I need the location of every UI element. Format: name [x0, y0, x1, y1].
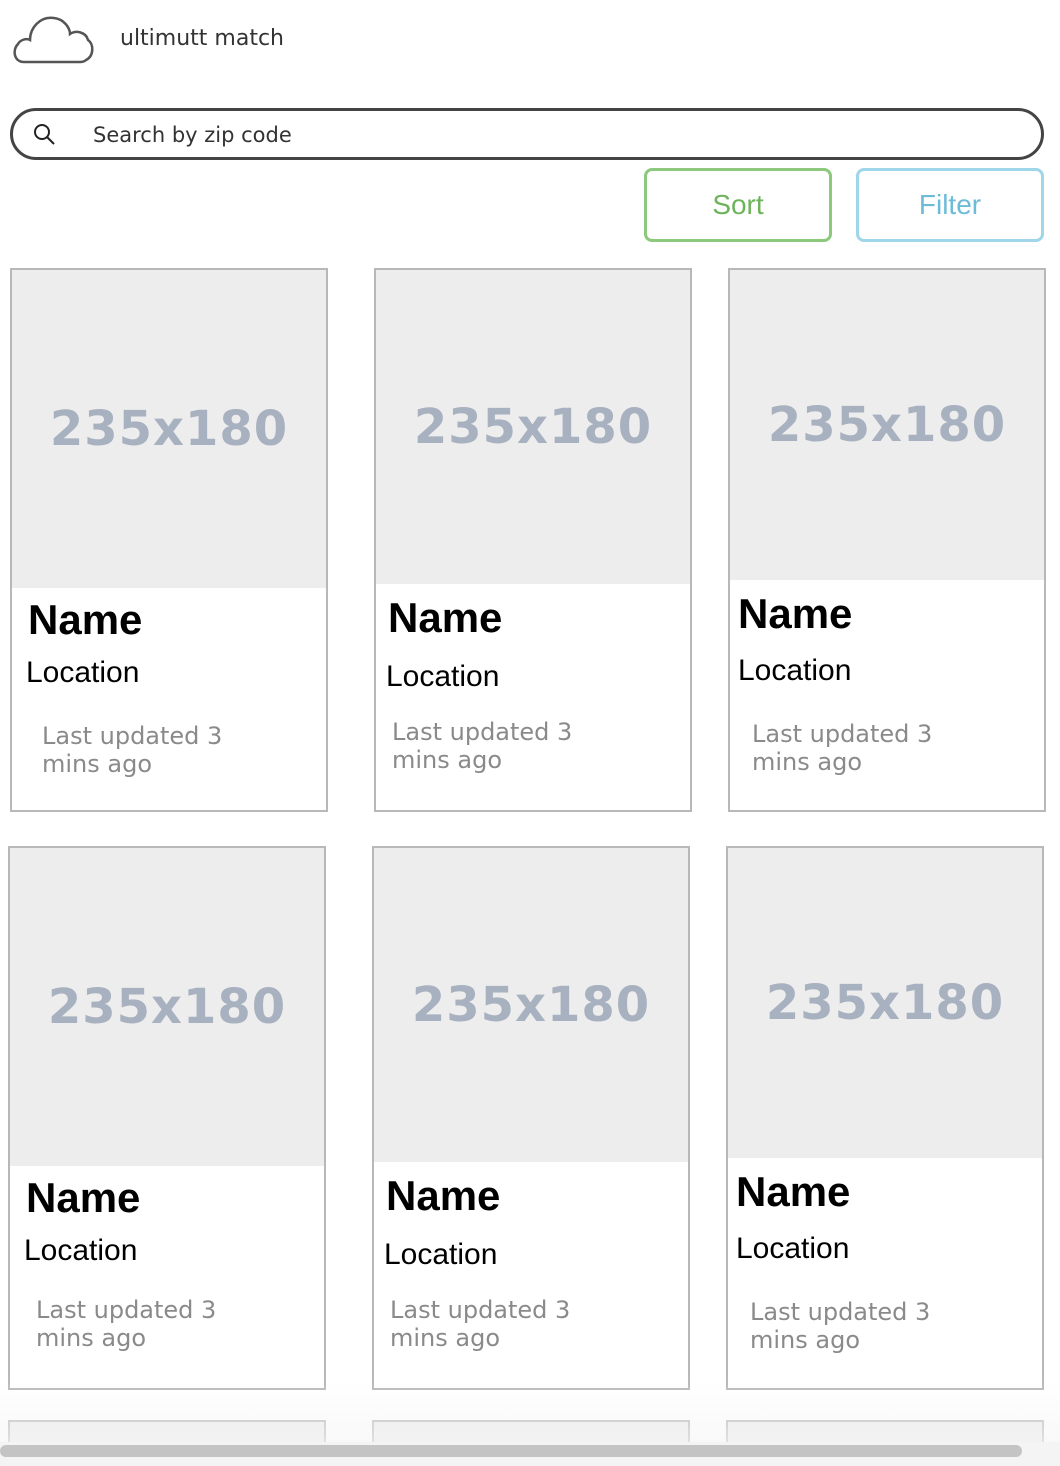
card-updated: Last updated 3 mins ago — [42, 722, 272, 778]
search-bar[interactable] — [10, 108, 1044, 160]
card-image-placeholder: 235x180 — [730, 270, 1044, 580]
card-updated-line: mins ago — [390, 1324, 501, 1352]
card-name: Name — [388, 594, 503, 641]
search-input[interactable] — [93, 119, 993, 151]
card-updated: Last updated 3 mins ago — [36, 1296, 266, 1352]
card-updated-line: Last updated 3 — [392, 718, 573, 746]
card-updated-line: mins ago — [42, 750, 153, 778]
listing-card[interactable]: 235x180 Name Location Last updated 3 min… — [374, 268, 692, 812]
card-updated-line: Last updated 3 — [750, 1298, 931, 1326]
card-name: Name — [26, 1174, 141, 1221]
card-updated-line: mins ago — [752, 748, 863, 776]
card-location: Location — [384, 1238, 498, 1271]
card-updated-line: Last updated 3 — [752, 720, 933, 748]
card-name: Name — [736, 1168, 851, 1215]
card-image-placeholder: 235x180 — [376, 270, 690, 584]
card-updated-line: mins ago — [392, 746, 503, 774]
listing-card[interactable]: 235x180 Name Location Last updated 3 min… — [8, 846, 326, 1390]
card-updated: Last updated 3 mins ago — [390, 1296, 620, 1352]
card-updated: Last updated 3 mins ago — [392, 718, 622, 774]
search-icon — [34, 124, 55, 145]
card-updated-line: Last updated 3 — [36, 1296, 217, 1324]
listing-card[interactable]: 235x180 Name Location Last updated 3 min… — [10, 268, 328, 812]
app-title: ultimutt match — [120, 26, 284, 51]
card-location: Location — [738, 654, 852, 687]
card-updated-line: mins ago — [36, 1324, 147, 1352]
sort-button[interactable]: Sort — [644, 168, 832, 242]
card-updated-line: Last updated 3 — [390, 1296, 571, 1324]
card-image-placeholder: 235x180 — [10, 848, 324, 1166]
card-location: Location — [26, 656, 140, 689]
card-updated: Last updated 3 mins ago — [750, 1298, 980, 1354]
page: ultimutt match Sort Filter 235x180 Name … — [0, 0, 1060, 1466]
card-name: Name — [738, 590, 853, 637]
card-updated-line: mins ago — [750, 1326, 861, 1354]
listing-card[interactable]: 235x180 Name Location Last updated 3 min… — [728, 268, 1046, 812]
listing-card[interactable]: 235x180 Name Location Last updated 3 min… — [726, 846, 1044, 1390]
card-name: Name — [28, 596, 143, 643]
card-name: Name — [386, 1172, 501, 1219]
card-location: Location — [736, 1232, 850, 1265]
cloud-icon[interactable] — [10, 10, 94, 66]
horizontal-scrollbar-thumb[interactable] — [0, 1445, 1022, 1457]
card-image-placeholder: 235x180 — [728, 848, 1042, 1158]
filter-button[interactable]: Filter — [856, 168, 1044, 242]
card-location: Location — [386, 660, 500, 693]
card-location: Location — [24, 1234, 138, 1267]
card-image-placeholder: 235x180 — [374, 848, 688, 1162]
listing-card[interactable]: 235x180 Name Location Last updated 3 min… — [372, 846, 690, 1390]
card-image-placeholder: 235x180 — [12, 270, 326, 588]
card-updated: Last updated 3 mins ago — [752, 720, 982, 776]
card-updated-line: Last updated 3 — [42, 722, 223, 750]
